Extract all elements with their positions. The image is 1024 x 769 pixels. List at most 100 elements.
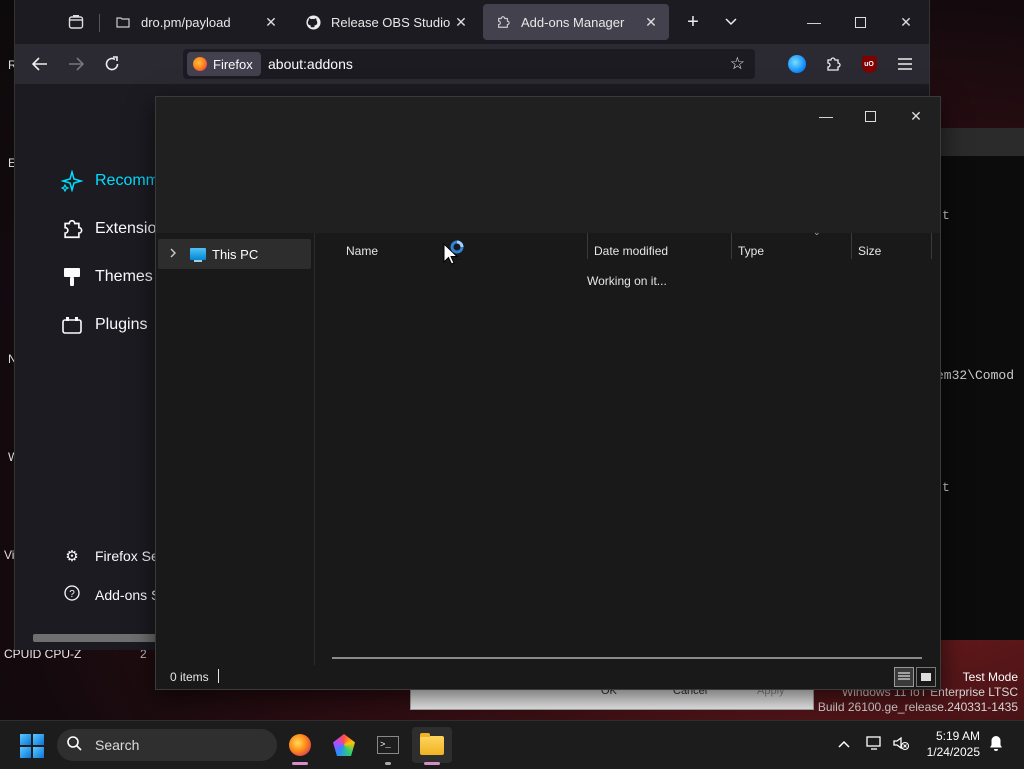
new-tab-button[interactable]: +: [679, 8, 707, 36]
category-label: Plugins: [95, 316, 148, 333]
background-terminal-window: t em32\Comod t: [930, 128, 1024, 640]
ublock-button[interactable]: uO: [857, 52, 881, 76]
notification-bell-icon[interactable]: [988, 735, 1004, 756]
reload-icon: [105, 56, 119, 71]
dialog-horizontal-scrollbar[interactable]: [332, 657, 922, 659]
column-header-size[interactable]: Size: [858, 239, 881, 263]
svg-text:?: ?: [69, 589, 75, 600]
addons-support-link[interactable]: ? Add-ons S: [63, 585, 160, 605]
bg-letter: Vi: [4, 548, 15, 562]
navigation-pane: This PC: [156, 233, 315, 665]
item-count: 0 items: [170, 670, 209, 684]
taskbar-app-terminal[interactable]: >_: [368, 727, 408, 765]
tab-obs-release[interactable]: Release OBS Studio 31.0. ✕: [293, 4, 479, 40]
windows-logo-pane: [20, 734, 31, 745]
taskbar-search-box[interactable]: Search: [57, 729, 277, 761]
category-label: Recomm: [95, 172, 160, 189]
dialog-close-button[interactable]: ✕: [894, 101, 938, 131]
start-button[interactable]: [20, 734, 44, 758]
column-label: Date modified: [594, 244, 669, 258]
column-separator[interactable]: [851, 233, 852, 259]
column-header-name[interactable]: Name: [346, 239, 378, 263]
chevron-down-icon: [725, 18, 737, 26]
terminal-titlebar: [930, 128, 1024, 156]
firefox-view-button[interactable]: [61, 8, 91, 36]
firefox-settings-link[interactable]: ⚙ Firefox Set: [63, 547, 163, 565]
network-icon[interactable]: [866, 735, 884, 754]
firefox-view-icon: [68, 15, 84, 29]
volume-muted-icon[interactable]: [892, 735, 910, 754]
tab-strip: dro.pm/payload ✕ Release OBS Studio 31.0…: [15, 0, 929, 44]
reload-button[interactable]: [97, 50, 127, 78]
terminal-line: t: [942, 480, 950, 495]
folder-icon: [420, 732, 444, 755]
loading-message: Working on it...: [587, 274, 667, 288]
close-tab-button[interactable]: ✕: [261, 14, 281, 31]
tab-label: dro.pm/payload: [141, 14, 231, 30]
folder-tab-icon: [115, 14, 131, 30]
column-separator[interactable]: [587, 233, 588, 259]
taskbar-app-firefox[interactable]: [280, 727, 320, 765]
category-label: Themes: [95, 268, 153, 285]
account-button[interactable]: [785, 52, 809, 76]
brush-icon: [61, 266, 83, 288]
footer-link-label: Firefox Set: [95, 548, 163, 564]
account-icon: [788, 55, 806, 73]
dialog-minimize-button[interactable]: —: [804, 101, 848, 131]
clock-time: 5:19 AM: [935, 729, 980, 743]
windows-logo-pane: [20, 747, 31, 758]
horizontal-scrollbar[interactable]: [33, 634, 173, 642]
clock-date: 1/24/2025: [926, 745, 980, 759]
chevron-right-icon[interactable]: [162, 248, 184, 261]
dialog-maximize-button[interactable]: [848, 101, 892, 131]
app-menu-button[interactable]: [893, 52, 917, 76]
details-view-icon: [898, 672, 910, 680]
column-header-date-modified[interactable]: Date modified: [594, 239, 668, 263]
close-tab-button[interactable]: ✕: [641, 14, 661, 31]
computer-icon: [190, 248, 206, 262]
identity-label: Firefox: [213, 56, 253, 72]
category-recommendations[interactable]: Recomm: [61, 170, 159, 192]
category-extensions[interactable]: Extension: [61, 218, 165, 240]
taskbar-app-pentagon[interactable]: [324, 727, 364, 763]
windows-logo-pane: [33, 747, 44, 758]
url-bar[interactable]: Firefox about:addons ☆: [183, 49, 755, 79]
system-clock[interactable]: 5:19 AM 1/24/2025: [918, 728, 980, 760]
back-button[interactable]: [25, 50, 55, 78]
forward-button[interactable]: [61, 50, 91, 78]
sort-caret-icon: ⌄: [813, 227, 821, 237]
firefox-icon: [289, 734, 311, 756]
hamburger-icon: [898, 58, 912, 70]
tab-addons-manager[interactable]: Add-ons Manager ✕: [483, 4, 669, 40]
ublock-icon: uO: [861, 55, 877, 73]
bookmark-star-icon[interactable]: ☆: [730, 54, 745, 74]
dialog-header: — ✕: [156, 97, 940, 233]
search-icon: [67, 735, 89, 755]
taskbar-app-file-explorer[interactable]: [412, 727, 452, 765]
show-hidden-icons-chevron-up-icon[interactable]: [838, 735, 850, 751]
extensions-button[interactable]: [821, 52, 845, 76]
column-separator[interactable]: [731, 233, 732, 259]
category-plugins[interactable]: Plugins: [61, 314, 147, 336]
close-tab-button[interactable]: ✕: [451, 14, 471, 31]
column-header-type[interactable]: Type: [738, 239, 764, 263]
minimize-button[interactable]: —: [791, 0, 837, 44]
identity-box[interactable]: Firefox: [187, 52, 261, 76]
mouse-cursor-busy-icon: [443, 240, 464, 265]
running-indicator: [292, 762, 308, 765]
terminal-line: em32\Comod: [936, 368, 1015, 383]
tree-item-this-pc[interactable]: This PC: [158, 239, 311, 269]
footer-link-label: Add-ons S: [95, 587, 161, 603]
tab-dro-pm[interactable]: dro.pm/payload ✕: [103, 4, 289, 40]
maximize-button[interactable]: [837, 0, 883, 44]
column-separator[interactable]: [931, 233, 932, 259]
list-all-tabs-button[interactable]: [717, 8, 745, 36]
url-text[interactable]: about:addons: [268, 56, 353, 72]
large-icons-view-button[interactable]: [916, 667, 936, 687]
category-themes[interactable]: Themes: [61, 266, 153, 288]
details-view-button[interactable]: [894, 667, 914, 687]
maximize-icon: [864, 110, 876, 122]
terminal-icon: >_: [377, 736, 399, 754]
close-window-button[interactable]: ✕: [883, 0, 929, 44]
github-icon: [305, 14, 321, 30]
